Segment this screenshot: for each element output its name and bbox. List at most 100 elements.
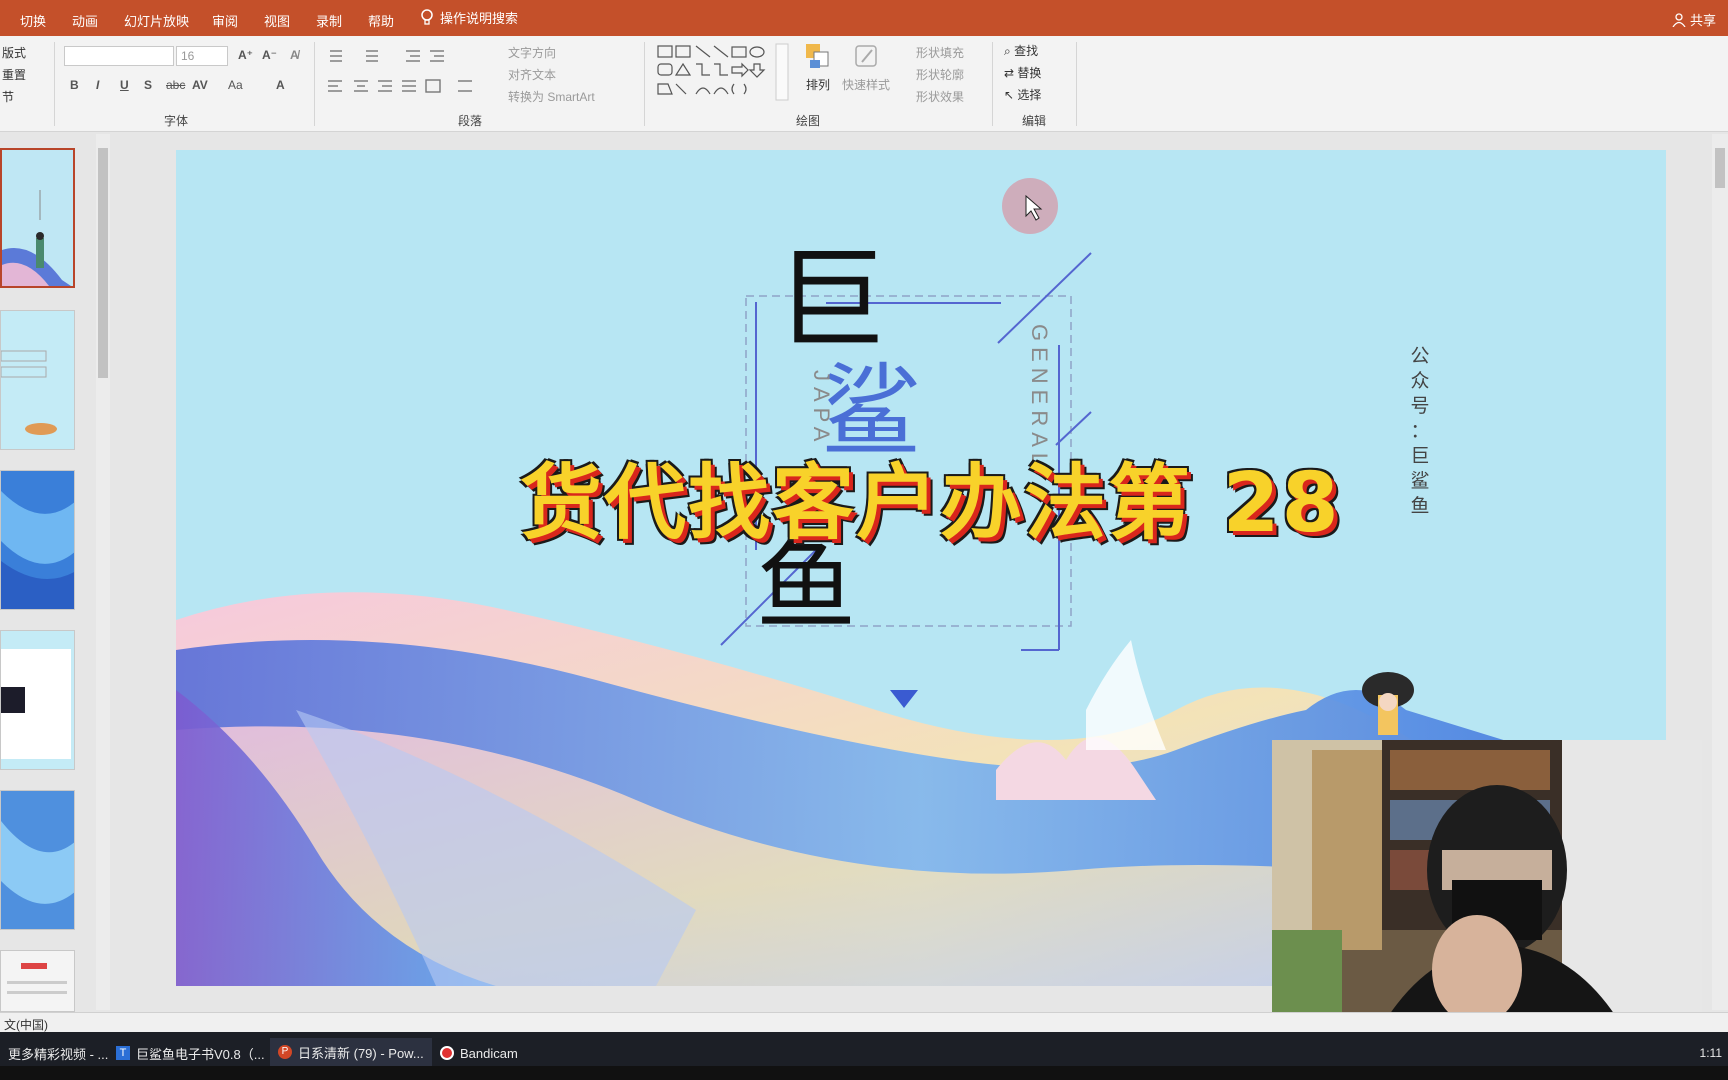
arrange-button[interactable]: 排列 <box>806 76 830 93</box>
taskbar-item-label: Bandicam <box>460 1045 518 1061</box>
slide-thumbnail[interactable] <box>0 470 75 610</box>
slide-scrollbar[interactable] <box>1712 134 1728 1010</box>
bold-icon[interactable]: B <box>70 78 79 92</box>
list-buttons-icon[interactable] <box>326 48 466 64</box>
drawing-group-label: 绘图 <box>796 114 821 128</box>
section-button[interactable]: 节 <box>2 88 14 105</box>
reset-button[interactable]: 重置 <box>2 66 26 83</box>
taskbar-item-bandicam[interactable]: Bandicam <box>432 1038 526 1068</box>
replace-button[interactable]: ⇄ 替换 <box>1004 64 1041 81</box>
tab-view[interactable]: 视图 <box>264 11 290 30</box>
video-caption: 货代找客户办法第 28 <box>520 456 1341 551</box>
align-text-button[interactable]: 对齐文本 <box>508 66 556 83</box>
scrollbar-thumb[interactable] <box>1715 148 1725 188</box>
thumbnail-preview <box>1 491 74 609</box>
ribbon-separator <box>992 42 993 126</box>
powerpoint-icon: P <box>278 1045 292 1059</box>
text-direction-button[interactable]: 文字方向 <box>508 44 556 61</box>
select-button[interactable]: ↖ 选择 <box>1004 86 1041 103</box>
side-char: 巨 <box>1410 445 1430 467</box>
tell-me-search[interactable]: 操作说明搜索 <box>420 8 518 27</box>
ribbon: 版式 重置 节 16 A⁺ A⁻ A̸ B I U S abc AV Aa A … <box>0 36 1728 132</box>
ribbon-separator <box>314 42 315 126</box>
thumbnail-preview <box>1 649 71 759</box>
side-char: 众 <box>1410 370 1430 392</box>
taskbar-item[interactable]: 更多精彩视频 - ... <box>0 1038 116 1068</box>
shape-fill-button[interactable]: 形状填充 <box>916 44 964 61</box>
italic-icon[interactable]: I <box>96 78 99 92</box>
thumbnail-preview <box>1 350 57 435</box>
underline-icon[interactable]: U <box>120 78 129 92</box>
select-label: 选择 <box>1017 88 1042 102</box>
arrange-icon[interactable] <box>802 42 834 72</box>
scrollbar-thumb[interactable] <box>98 148 108 378</box>
clock: 1:11 <box>1699 1046 1722 1060</box>
share-label: 共享 <box>1689 13 1716 28</box>
shape-effects-button[interactable]: 形状效果 <box>916 88 964 105</box>
slide-thumbnail[interactable] <box>0 950 75 1012</box>
quick-styles-button[interactable]: 快速样式 <box>842 76 890 93</box>
ribbon-separator <box>1076 42 1077 126</box>
font-color-icon[interactable]: A <box>276 78 285 92</box>
tab-slideshow[interactable]: 幻灯片放映 <box>124 11 189 30</box>
side-char: 鲨 <box>1410 470 1430 492</box>
tab-record[interactable]: 录制 <box>316 11 342 30</box>
slide-thumbnail[interactable] <box>0 148 75 288</box>
char-spacing-icon[interactable]: AV <box>192 78 208 92</box>
side-vertical-text: 公 众 号 ： 巨 鲨 鱼 <box>1408 344 1432 519</box>
tab-help[interactable]: 帮助 <box>368 11 394 30</box>
menu-bar: 切换 动画 幻灯片放映 审阅 视图 录制 帮助 操作说明搜索 共享 <box>0 0 1728 36</box>
status-bar: 文(中国) <box>0 1012 1728 1032</box>
side-char: ： <box>1410 420 1430 442</box>
find-label: 查找 <box>1014 44 1039 58</box>
font-family-box[interactable] <box>64 46 174 66</box>
ribbon-separator <box>644 42 645 126</box>
strikethrough-icon[interactable]: abc <box>166 78 185 92</box>
find-button[interactable]: ⌕ 查找 <box>1004 42 1038 59</box>
shrink-font-icon[interactable]: A⁻ <box>262 48 277 62</box>
letterbox-bar <box>0 1066 1728 1080</box>
tab-review[interactable]: 审阅 <box>212 11 238 30</box>
powerpoint-window: 切换 动画 幻灯片放映 审阅 视图 录制 帮助 操作说明搜索 共享 版式 重置 … <box>0 0 1728 1080</box>
ribbon-separator <box>54 42 55 126</box>
language-status[interactable]: 文(中国) <box>4 1016 48 1033</box>
taskbar-item-label: 日系清新 (79) - Pow... <box>298 1045 424 1061</box>
alignment-buttons-icon[interactable] <box>326 78 496 94</box>
convert-smartart-button[interactable]: 转换为 SmartArt <box>508 88 595 105</box>
paragraph-group-label: 段落 <box>458 114 483 128</box>
slide-thumbnail[interactable] <box>0 310 75 450</box>
taskbar-item-label: 巨鲨鱼电子书V0.8（... <box>136 1046 265 1062</box>
clear-format-icon[interactable]: A̸ <box>290 48 299 62</box>
tab-animations[interactable]: 动画 <box>72 11 98 30</box>
tab-transitions[interactable]: 切换 <box>20 11 46 30</box>
slide-thumbnail[interactable] <box>0 630 75 770</box>
replace-label: 替换 <box>1017 66 1042 80</box>
share-button[interactable]: 共享 <box>1672 10 1716 29</box>
thumbnail-preview <box>7 963 67 994</box>
lightbulb-icon <box>421 8 433 25</box>
font-group-label: 字体 <box>164 114 189 128</box>
thumbnail-preview <box>2 190 71 286</box>
layout-button[interactable]: 版式 <box>2 44 26 61</box>
shadow-icon[interactable]: S <box>144 78 152 92</box>
taskbar-item[interactable]: T 巨鲨鱼电子书V0.8（... <box>108 1038 273 1068</box>
editing-group-label: 编辑 <box>1022 114 1047 128</box>
document-icon: T <box>116 1046 130 1060</box>
record-icon <box>440 1046 454 1060</box>
grow-font-icon[interactable]: A⁺ <box>238 48 253 62</box>
quick-styles-icon[interactable] <box>852 42 882 72</box>
font-size-box[interactable]: 16 <box>176 46 228 66</box>
shapes-gallery[interactable] <box>656 42 792 102</box>
side-char: 号 <box>1410 395 1430 417</box>
shape-outline-button[interactable]: 形状轮廓 <box>916 66 964 83</box>
thumbnail-preview <box>1 821 74 904</box>
side-char: 鱼 <box>1410 495 1430 517</box>
taskbar-item-powerpoint[interactable]: P 日系清新 (79) - Pow... <box>270 1038 432 1068</box>
change-case-icon[interactable]: Aa <box>228 78 243 92</box>
tell-me-label: 操作说明搜索 <box>440 11 519 26</box>
side-char: 公 <box>1410 345 1430 367</box>
thumbnail-scrollbar[interactable] <box>96 134 110 1010</box>
person-icon <box>1672 12 1686 27</box>
taskbar-item-label: 更多精彩视频 - ... <box>8 1046 109 1062</box>
slide-thumbnail[interactable] <box>0 790 75 930</box>
